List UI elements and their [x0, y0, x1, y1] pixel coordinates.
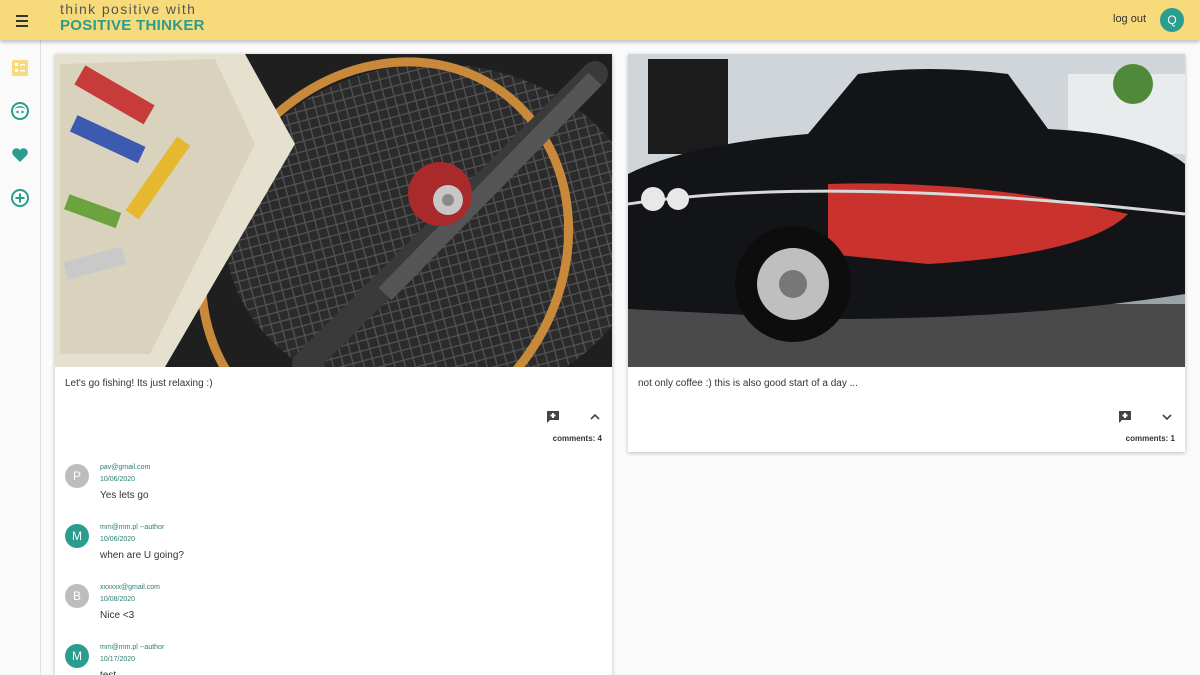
comment-author: mm@mm.pl --author — [100, 644, 165, 651]
comment-item: M mm@mm.pl --author 10/17/2020 test — [65, 644, 545, 675]
user-avatar[interactable]: Q — [1160, 8, 1184, 32]
comment-author: xxxxxx@gmail.com — [100, 584, 161, 591]
heart-icon[interactable] — [10, 145, 30, 165]
menu-icon[interactable] — [10, 9, 34, 31]
brand-logo[interactable]: think positive with POSITIVE THINKER — [60, 2, 205, 35]
comment-item: P pav@gmail.com 10/06/2020 Yes lets go — [65, 464, 545, 519]
post-image-fishing — [55, 54, 612, 367]
add-comment-icon[interactable] — [1117, 409, 1133, 425]
comment-date: 10/17/2020 — [100, 656, 136, 663]
comments-count: comments: 1 — [1125, 434, 1175, 443]
comment-text: Yes lets go — [100, 490, 149, 501]
post-text: not only coffee :) this is also good sta… — [638, 378, 858, 389]
comments-count: comments: 4 — [552, 434, 602, 443]
post-image-car — [628, 54, 1185, 367]
top-bar: think positive with POSITIVE THINKER log… — [0, 0, 1200, 40]
add-circle-icon[interactable] — [10, 188, 30, 208]
expand-comments-icon[interactable] — [1160, 410, 1174, 424]
sidebar — [0, 40, 41, 675]
profile-face-icon[interactable] — [10, 101, 30, 121]
comment-author: pav@gmail.com — [100, 464, 151, 471]
comment-author: mm@mm.pl --author — [100, 524, 165, 531]
avatar: M — [65, 524, 89, 548]
comment-text: Nice <3 — [100, 610, 135, 621]
comment-date: 10/06/2020 — [100, 476, 136, 483]
brand-name: POSITIVE THINKER — [60, 17, 205, 34]
post-card: Let's go fishing! Its just relaxing :) c… — [55, 54, 612, 675]
avatar: B — [65, 584, 89, 608]
post-text: Let's go fishing! Its just relaxing :) — [65, 378, 213, 389]
post-card: not only coffee :) this is also good sta… — [628, 54, 1185, 452]
add-comment-icon[interactable] — [545, 409, 561, 425]
avatar: P — [65, 464, 89, 488]
comment-date: 10/08/2020 — [100, 596, 136, 603]
brand-tagline: think positive with — [60, 1, 197, 17]
comment-date: 10/06/2020 — [100, 536, 136, 543]
avatar: M — [65, 644, 89, 668]
collapse-comments-icon[interactable] — [588, 410, 602, 424]
comment-item: B xxxxxx@gmail.com 10/08/2020 Nice <3 — [65, 584, 545, 639]
comment-item: M mm@mm.pl --author 10/06/2020 when are … — [65, 524, 545, 579]
comment-text: when are U going? — [100, 550, 184, 561]
comment-text: test — [100, 670, 116, 675]
logout-link[interactable]: log out — [1113, 13, 1146, 25]
posts-list-icon[interactable] — [10, 58, 30, 78]
